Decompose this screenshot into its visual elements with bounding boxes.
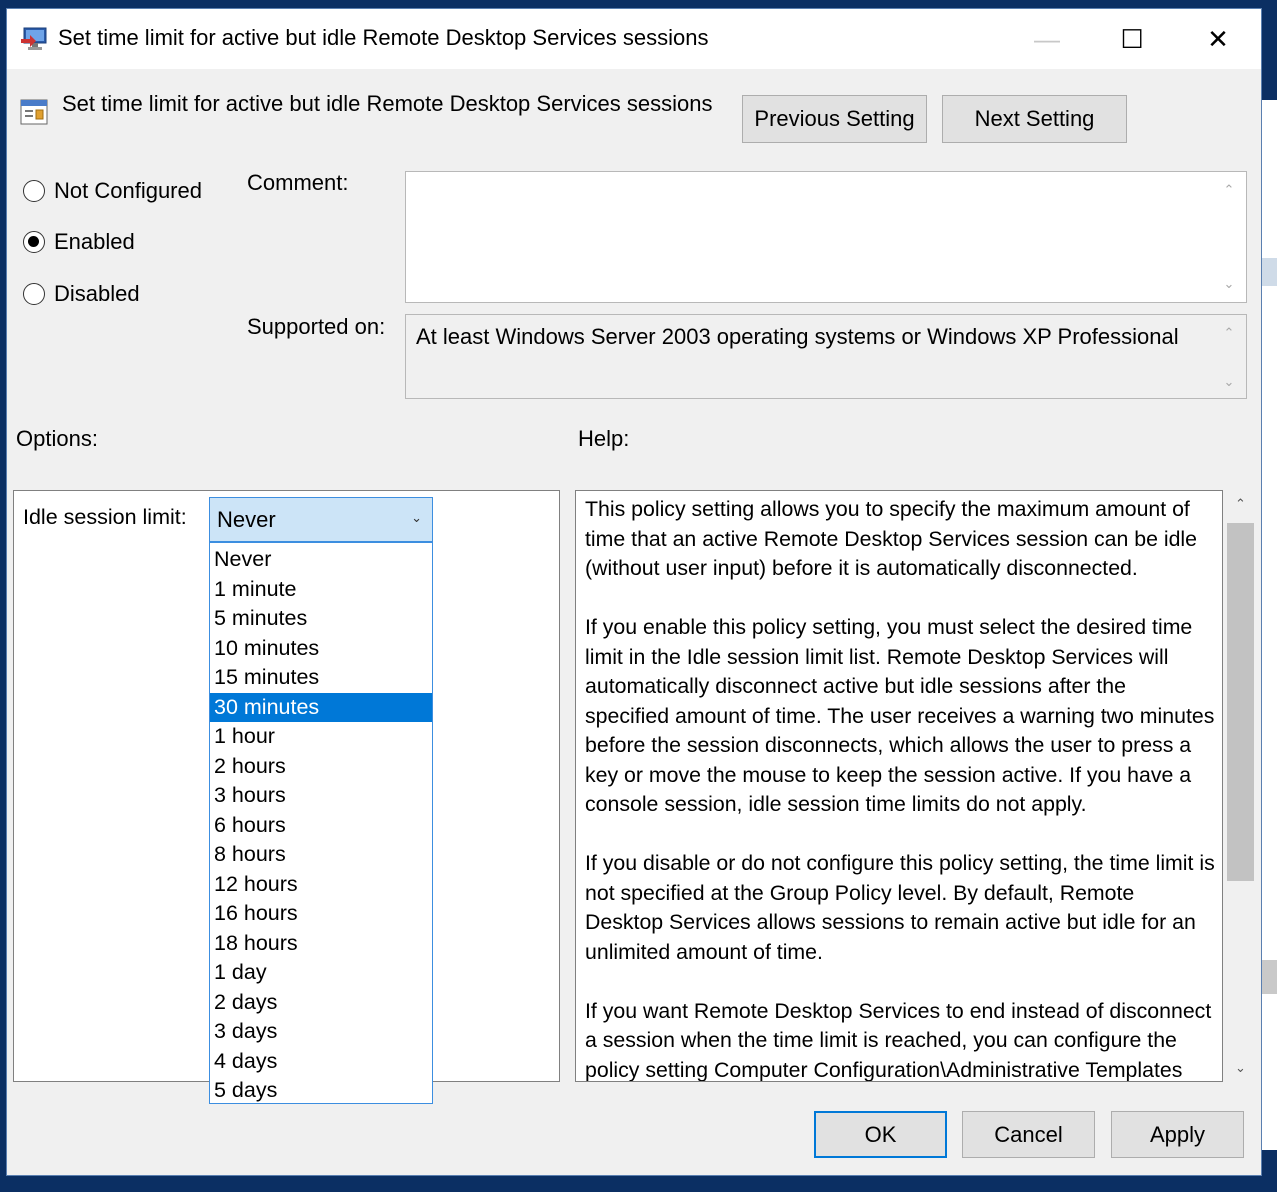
window-title: Set time limit for active but idle Remot… — [58, 25, 709, 50]
title-bar: Set time limit for active but idle Remot… — [7, 9, 1261, 69]
radio-circle[interactable] — [23, 283, 45, 305]
dropdown-option[interactable]: 3 days — [210, 1017, 432, 1047]
dropdown-option[interactable]: 1 day — [210, 958, 432, 988]
scroll-down-icon[interactable]: ⌄ — [1212, 276, 1246, 292]
help-scrollbar[interactable]: ⌃ ⌄ — [1225, 490, 1256, 1082]
radio-not-configured[interactable]: Not Configured — [23, 178, 202, 204]
setting-title: Set time limit for active but idle Remot… — [62, 91, 713, 116]
dropdown-option[interactable]: 1 minute — [210, 575, 432, 605]
dropdown-option[interactable]: 16 hours — [210, 899, 432, 929]
supported-on-label: Supported on: — [247, 314, 386, 339]
background-right-edge — [1262, 0, 1277, 1192]
dropdown-option[interactable]: 2 days — [210, 988, 432, 1018]
dropdown-option[interactable]: 4 days — [210, 1047, 432, 1077]
help-paragraph: If you want Remote Desktop Services to e… — [585, 998, 1212, 1082]
help-panel: This policy setting allows you to specif… — [575, 490, 1223, 1082]
scroll-up-icon[interactable]: ⌃ — [1212, 182, 1246, 198]
radio-disabled[interactable]: Disabled — [23, 281, 140, 307]
help-text: This policy setting allows you to specif… — [585, 495, 1215, 1082]
radio-label: Not Configured — [54, 178, 202, 203]
dropdown-option[interactable]: 5 minutes — [210, 604, 432, 634]
scroll-up-icon[interactable]: ⌃ — [1212, 325, 1246, 341]
policy-dialog: Set time limit for active but idle Remot… — [6, 8, 1262, 1176]
dropdown-option[interactable]: 15 minutes — [210, 663, 432, 693]
comment-textbox[interactable]: ⌃ ⌄ — [405, 171, 1247, 303]
dropdown-option[interactable]: 5 days — [210, 1076, 432, 1106]
options-label: Options: — [16, 426, 98, 451]
radio-circle[interactable] — [23, 180, 45, 202]
dropdown-option[interactable]: 8 hours — [210, 840, 432, 870]
scroll-down-icon[interactable]: ⌄ — [1225, 1060, 1256, 1076]
supported-on-box: At least Windows Server 2003 operating s… — [405, 314, 1247, 399]
minimize-button[interactable]: — — [1012, 9, 1082, 69]
dropdown-option[interactable]: 12 hours — [210, 870, 432, 900]
comment-label: Comment: — [247, 170, 349, 195]
idle-session-limit-combobox[interactable]: Never ⌄ — [209, 497, 433, 542]
apply-button[interactable]: Apply — [1111, 1111, 1244, 1158]
close-button[interactable]: ✕ — [1183, 9, 1253, 69]
radio-circle[interactable] — [23, 231, 45, 253]
dropdown-option[interactable]: 1 hour — [210, 722, 432, 752]
idle-session-limit-dropdown: Never 1 minute 5 minutes 10 minutes 15 minut… — [209, 542, 433, 1104]
cancel-button[interactable]: Cancel — [962, 1111, 1095, 1158]
remote-desktop-icon — [21, 27, 47, 50]
help-paragraph: If you disable or do not configure this … — [585, 851, 1215, 964]
combobox-value: Never — [217, 506, 276, 532]
help-label: Help: — [578, 426, 630, 451]
radio-label: Enabled — [54, 229, 135, 254]
dropdown-option[interactable]: 3 hours — [210, 781, 432, 811]
chevron-down-icon[interactable]: ⌄ — [411, 510, 422, 526]
radio-label: Disabled — [54, 281, 140, 306]
dropdown-option[interactable]: 30 minutes — [210, 692, 432, 722]
comment-scrollbar[interactable]: ⌃ ⌄ — [1212, 172, 1246, 302]
dropdown-option[interactable]: 18 hours — [210, 929, 432, 959]
ok-button[interactable]: OK — [814, 1111, 947, 1158]
dropdown-option[interactable]: 2 hours — [210, 752, 432, 782]
help-paragraph: If you enable this policy setting, you m… — [585, 615, 1215, 816]
dropdown-option[interactable]: Never — [210, 545, 432, 575]
dropdown-option[interactable]: 10 minutes — [210, 634, 432, 664]
supported-on-value: At least Windows Server 2003 operating s… — [416, 324, 1179, 349]
next-setting-button[interactable]: Next Setting — [942, 95, 1127, 143]
policy-setting-icon — [20, 99, 48, 125]
radio-enabled[interactable]: Enabled — [23, 229, 135, 255]
previous-setting-button[interactable]: Previous Setting — [742, 95, 927, 143]
dropdown-option[interactable]: 6 hours — [210, 811, 432, 841]
supported-scrollbar[interactable]: ⌃ ⌄ — [1212, 315, 1246, 398]
scroll-up-icon[interactable]: ⌃ — [1225, 496, 1256, 512]
idle-session-limit-label: Idle session limit: — [23, 505, 187, 529]
help-paragraph: This policy setting allows you to specif… — [585, 497, 1197, 580]
scroll-down-icon[interactable]: ⌄ — [1212, 374, 1246, 390]
scrollbar-thumb[interactable] — [1227, 523, 1254, 881]
maximize-button[interactable]: ☐ — [1097, 9, 1167, 69]
